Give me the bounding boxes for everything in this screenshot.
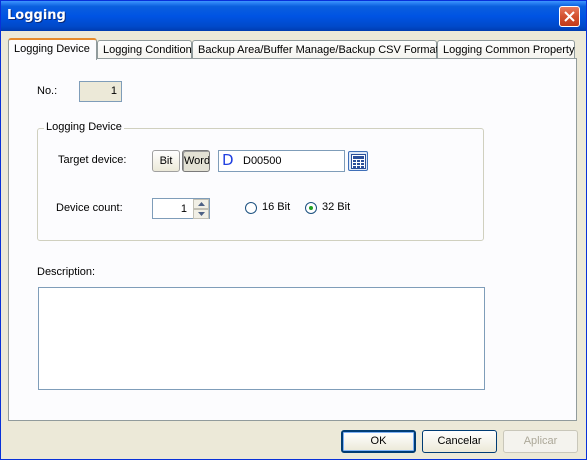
tab-label: Backup Area/Buffer Manage/Backup CSV For… [198,44,439,56]
spin-down-button[interactable] [193,209,209,219]
target-device-field[interactable]: D D00500 [218,150,345,172]
device-count-label: Device count: [56,202,123,214]
window-title: Logging [7,8,66,23]
tab-logging-common-property[interactable]: Logging Common Property [437,40,575,59]
number-value: 1 [110,85,117,97]
tab-label: Logging Condition [103,44,192,56]
device-keypad-button[interactable] [348,151,368,171]
bit-button[interactable]: Bit [152,150,180,172]
tab-panel-logging-device: No.: 1 Logging Device Target device: Bit… [8,58,577,421]
tab-backup-area[interactable]: Backup Area/Buffer Manage/Backup CSV For… [192,40,439,59]
arrow-up-icon [198,202,205,206]
word-button[interactable]: Word [182,150,210,172]
description-label: Description: [37,266,96,278]
target-device-label: Target device: [58,154,127,166]
device-count-value: 1 [180,203,187,215]
device-count-spinner[interactable]: 1 [152,198,210,219]
cancel-button-label: Cancelar [437,435,482,447]
spinner-buttons [193,199,209,219]
device-value: D00500 [243,155,282,167]
apply-button[interactable]: Aplicar [503,430,578,453]
cancel-button[interactable]: Cancelar [422,430,497,453]
radio-16-bit-label: 16 Bit [262,201,291,213]
ok-button-label: OK [370,435,387,447]
logging-device-group: Logging Device Target device: Bit Word D… [37,121,484,241]
radio-16-bit[interactable]: 16 Bit [245,201,301,215]
radio-32-bit[interactable]: 32 Bit [305,201,361,215]
logging-dialog: Logging Logging Device Logging Condition… [0,0,587,460]
title-bar[interactable]: Logging [1,1,586,31]
keypad-icon [351,154,366,169]
tab-label: Logging Common Property [443,44,575,56]
device-prefix: D [222,151,234,169]
radio-32-bit-label: 32 Bit [322,201,351,213]
apply-button-label: Aplicar [523,435,558,447]
description-textarea[interactable] [38,287,485,390]
tab-label: Logging Device [14,43,90,55]
spin-up-button[interactable] [193,199,209,209]
arrow-down-icon [198,212,205,216]
close-button[interactable] [559,6,580,27]
radio-checked-dot [309,206,313,210]
group-title: Logging Device [44,121,124,133]
number-label: No.: [37,85,58,97]
tab-logging-condition[interactable]: Logging Condition [97,40,192,59]
radio-32-bit-circle[interactable] [305,202,317,214]
radio-16-bit-circle[interactable] [245,202,257,214]
word-button-label: Word [184,155,210,167]
bit-button-label: Bit [159,155,173,167]
number-field: 1 [79,81,122,102]
ok-button[interactable]: OK [341,430,416,453]
tab-logging-device[interactable]: Logging Device [8,38,97,60]
close-icon [564,11,575,22]
